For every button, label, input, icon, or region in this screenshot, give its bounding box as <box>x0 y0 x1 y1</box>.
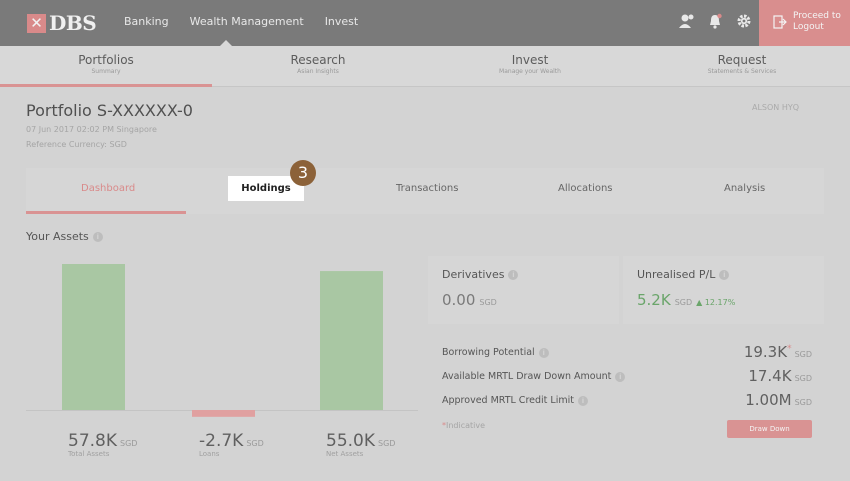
net-assets-bar <box>320 271 383 410</box>
bell-icon[interactable] <box>707 13 723 29</box>
draw-down-button[interactable]: Draw Down <box>727 420 812 438</box>
logout-icon <box>773 15 787 33</box>
loans-bar <box>192 410 255 417</box>
top-nav: Banking Wealth Management Invest <box>124 15 379 28</box>
unrealised-pl-value: 5.2K SGD ▲ 12.17% <box>637 291 736 309</box>
section-nav: Portfolios Summary Research Asian Insigh… <box>0 46 850 87</box>
logout-label: Proceed to Logout <box>793 11 841 32</box>
assets-bar-chart <box>26 264 418 417</box>
dbs-star-icon: ✕ <box>27 13 46 33</box>
mrtl-credit-limit-row: Approved MRTL Credit Limit i 1.00M SGD <box>442 391 812 409</box>
info-icon[interactable]: i <box>615 371 626 382</box>
user-settings-icon[interactable] <box>678 13 694 29</box>
derivatives-panel: Derivatives i 0.00 SGD <box>428 256 619 324</box>
subnav-invest[interactable]: Invest Manage your Wealth <box>424 53 636 75</box>
portfolio-title: Portfolio S-XXXXXX-0 <box>26 101 193 120</box>
indicative-note: *Indicative <box>442 421 486 430</box>
subnav-research[interactable]: Research Asian Insights <box>212 53 424 75</box>
info-icon[interactable]: i <box>92 232 103 242</box>
total-assets-value: 57.8K SGD Total Assets <box>68 431 138 458</box>
pl-change: ▲ 12.17% <box>696 298 736 307</box>
brand-name: DBS <box>49 11 97 35</box>
portfolio-date: 07 Jun 2017 02:02 PM Singapore <box>26 125 157 134</box>
nav-invest[interactable]: Invest <box>325 15 359 28</box>
gear-icon[interactable] <box>736 13 752 29</box>
step-badge: 3 <box>290 160 316 186</box>
unrealised-pl-panel: Unrealised P/L i 5.2K SGD ▲ 12.17% <box>623 256 824 324</box>
nav-banking[interactable]: Banking <box>124 15 169 28</box>
your-assets-heading: Your Assets i <box>26 230 103 243</box>
reference-currency: Reference Currency: SGD <box>26 140 127 149</box>
tab-analysis[interactable]: Analysis <box>724 183 765 194</box>
total-assets-bar <box>62 264 125 410</box>
tab-dashboard[interactable]: Dashboard <box>81 183 135 194</box>
tab-transactions[interactable]: Transactions <box>396 183 458 194</box>
portfolio-tabs: Dashboard Transactions Allocations Analy… <box>26 168 824 214</box>
mrtl-draw-down-row: Available MRTL Draw Down Amount i 17.4K SG… <box>442 367 812 385</box>
tab-active-indicator <box>26 211 186 214</box>
borrowing-potential-row: Borrowing Potential i 19.3K*SGD <box>442 343 812 361</box>
subnav-active-indicator <box>0 84 212 87</box>
top-icons <box>678 13 765 29</box>
net-assets-value: 55.0K SGD Net Assets <box>326 431 396 458</box>
derivatives-value: 0.00 SGD <box>442 291 497 309</box>
info-icon[interactable]: i <box>538 347 549 358</box>
top-bar: ✕ DBS Banking Wealth Management Invest P… <box>0 0 850 46</box>
info-icon[interactable]: i <box>508 270 519 280</box>
logout-button[interactable]: Proceed to Logout <box>759 0 850 46</box>
derivatives-title: Derivatives i <box>442 268 519 281</box>
info-icon[interactable]: i <box>577 395 588 406</box>
loans-value: -2.7K SGD Loans <box>199 431 264 458</box>
unrealised-pl-title: Unrealised P/L i <box>637 268 730 281</box>
assets-chart: 57.8K SGD Total Assets -2.7K SGD Loans 55.… <box>26 252 418 472</box>
info-icon[interactable]: i <box>719 270 730 280</box>
user-name: ALSON HYQ <box>752 103 800 112</box>
dbs-logo[interactable]: ✕ DBS <box>27 11 97 35</box>
subnav-request[interactable]: Request Statements & Services <box>636 53 848 75</box>
nav-wealth-management[interactable]: Wealth Management <box>190 15 304 28</box>
tab-allocations[interactable]: Allocations <box>558 183 613 194</box>
subnav-portfolios[interactable]: Portfolios Summary <box>0 53 212 75</box>
